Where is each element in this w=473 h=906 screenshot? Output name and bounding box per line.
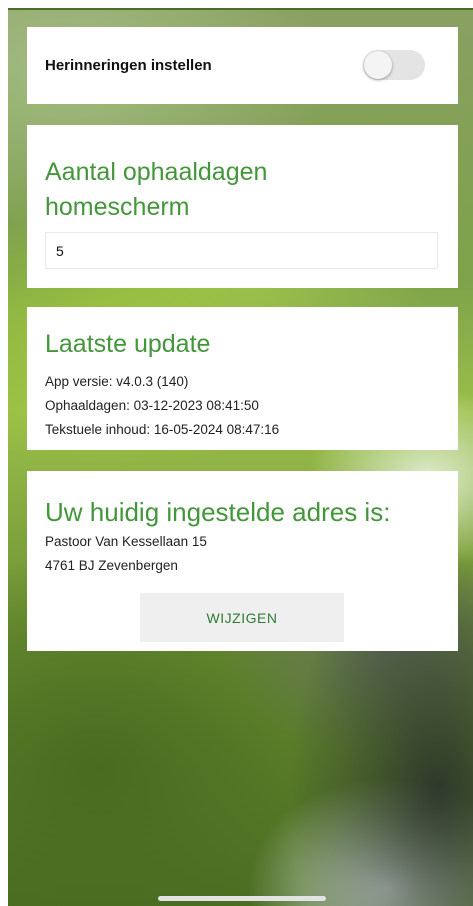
last-update-card: Laatste update App versie: v4.0.3 (140) …: [27, 307, 458, 450]
toggle-knob: [364, 51, 392, 79]
home-days-card: Aantal ophaaldagen homescherm: [27, 125, 458, 288]
app-screen: Herinneringen instellen Aantal ophaaldag…: [8, 8, 473, 906]
home-indicator[interactable]: [158, 896, 326, 901]
home-days-title: Aantal ophaaldagen homescherm: [45, 158, 268, 221]
text-content-text: Tekstuele inhoud: 16-05-2024 08:47:16: [45, 422, 280, 437]
address-street: Pastoor Van Kessellaan 15: [45, 534, 207, 549]
app-version-text: App versie: v4.0.3 (140): [45, 374, 189, 389]
change-address-button[interactable]: WIJZIGEN: [140, 593, 344, 642]
top-divider: [8, 8, 473, 10]
last-update-title: Laatste update: [45, 330, 211, 358]
address-card: Uw huidig ingestelde adres is: Pastoor V…: [27, 471, 458, 651]
address-title: Uw huidig ingestelde adres is:: [45, 497, 391, 527]
collection-days-text: Ophaaldagen: 03-12-2023 08:41:50: [45, 398, 259, 413]
address-city: 4761 BJ Zevenbergen: [45, 558, 178, 573]
reminders-card: Herinneringen instellen: [27, 27, 458, 104]
reminders-label: Herinneringen instellen: [45, 57, 212, 74]
reminders-toggle[interactable]: [363, 50, 425, 80]
home-days-input[interactable]: [45, 232, 438, 269]
